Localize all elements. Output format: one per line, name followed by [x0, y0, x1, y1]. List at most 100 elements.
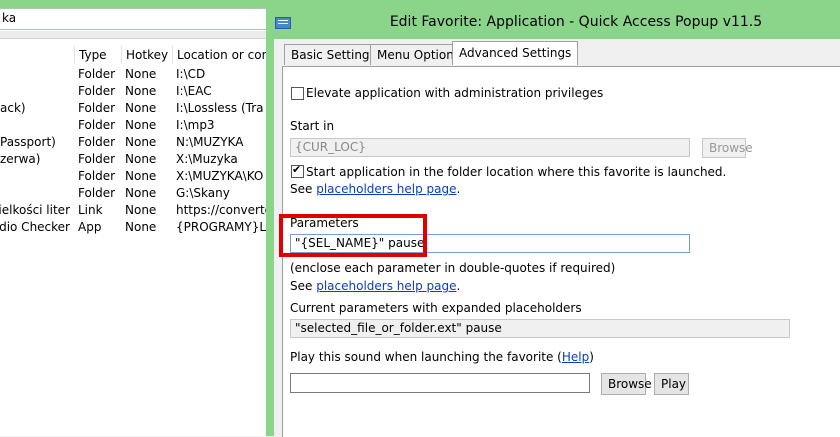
row-hotkey: None: [121, 219, 171, 236]
sound-label-prefix: Play this sound when launching the favor…: [290, 350, 562, 364]
row-location-text: I:\EAC: [176, 84, 212, 98]
row-name-text: zerwa): [0, 152, 41, 166]
edit-favorite-dialog: Edit Favorite: Application - Quick Acces…: [266, 8, 840, 437]
row-location-text: N:\MUZYKA: [176, 135, 244, 149]
row-name: [0, 83, 70, 100]
row-type: Folder: [74, 185, 120, 202]
row-type-text: Folder: [78, 84, 116, 98]
parameters-field[interactable]: "{SEL_NAME}" pause: [290, 234, 690, 253]
row-hotkey-text: None: [125, 186, 157, 200]
see-text: See: [290, 182, 313, 196]
row-name: [0, 117, 70, 134]
tab-advanced-settings[interactable]: Advanced Settings: [452, 41, 579, 65]
start-in-field[interactable]: {CUR_LOC}: [290, 138, 690, 157]
list-header: Type Hotkey Location or cont: [0, 46, 273, 64]
row-hotkey-text: None: [125, 152, 157, 166]
row-location-text: X:\Muzyka: [176, 152, 238, 166]
list-row[interactable]: Passport) Folder None N:\MUZYKA: [0, 134, 268, 151]
row-hotkey: None: [121, 185, 171, 202]
row-type-text: Folder: [78, 135, 116, 149]
placeholders-help-line-2: See placeholders help page.: [290, 279, 460, 293]
row-hotkey: None: [121, 168, 171, 185]
list-row[interactable]: Folder None I:\mp3: [0, 117, 268, 134]
placeholders-help-link-2[interactable]: placeholders help page: [316, 279, 456, 293]
row-hotkey: None: [121, 202, 171, 219]
list-row[interactable]: dio Checker App None {PROGRAMY}Lo: [0, 219, 272, 236]
row-location-text: I:\Lossless (Tra: [176, 101, 264, 115]
period-text-2: .: [456, 279, 461, 293]
row-type-text: Folder: [78, 169, 116, 183]
row-type-text: Folder: [78, 67, 116, 81]
background-search-input[interactable]: ka: [0, 8, 268, 30]
row-hotkey: None: [121, 66, 171, 83]
row-location: X:\Muzyka: [172, 151, 272, 168]
list-row[interactable]: ack) Folder None I:\Lossless (Tra: [0, 100, 268, 117]
start-in-browse-button[interactable]: Browse: [702, 138, 753, 158]
start-in-folder-checkbox[interactable]: [291, 163, 304, 178]
sound-help-link[interactable]: Help: [562, 350, 589, 364]
row-type-text: App: [78, 220, 102, 234]
row-name-text: ack): [0, 101, 26, 115]
row-name: zerwa): [0, 151, 70, 168]
expanded-parameters-field: "selected_file_or_folder.ext" pause: [290, 319, 790, 338]
row-location: N:\MUZYKA: [172, 134, 272, 151]
placeholders-help-line-1: See placeholders help page.: [290, 182, 460, 196]
sound-file-field[interactable]: [290, 373, 590, 393]
column-header-type[interactable]: Type: [74, 46, 121, 64]
sound-label: Play this sound when launching the favor…: [290, 350, 594, 364]
row-hotkey-text: None: [125, 118, 157, 132]
row-location-text: X:\MUZYKA\KO: [176, 169, 264, 183]
sound-play-button[interactable]: Play: [654, 373, 689, 395]
row-hotkey: None: [121, 151, 171, 168]
row-type: Folder: [74, 100, 120, 117]
list-row[interactable]: Folder None I:\CD: [0, 66, 268, 83]
row-type: Folder: [74, 66, 120, 83]
list-row[interactable]: vielkości liter Link None https://converto: [0, 202, 272, 219]
row-location-text: {PROGRAMY}Lo: [176, 220, 272, 234]
column-header-name[interactable]: [0, 46, 74, 64]
elevate-label: Elevate application with administration …: [306, 86, 604, 100]
period-text: .: [456, 182, 461, 196]
column-header-location[interactable]: Location or cont: [172, 46, 273, 64]
row-hotkey-text: None: [125, 169, 157, 183]
row-type-text: Folder: [78, 152, 116, 166]
list-row[interactable]: Folder None I:\EAC: [0, 83, 268, 100]
row-name: dio Checker: [0, 219, 70, 236]
dialog-title: Edit Favorite: Application - Quick Acces…: [389, 14, 763, 30]
row-name: ack): [0, 100, 70, 117]
row-location-text: https://converto: [176, 203, 272, 217]
row-location-text: G:\Skany: [176, 186, 230, 200]
background-search-text: ka: [2, 11, 17, 25]
expanded-parameters-label: Current parameters with expanded placeho…: [290, 301, 582, 315]
elevate-checkbox[interactable]: [291, 87, 304, 100]
row-type-text: Folder: [78, 101, 116, 115]
row-hotkey: None: [121, 134, 171, 151]
column-header-hotkey[interactable]: Hotkey: [121, 46, 172, 64]
start-in-label: Start in: [290, 119, 335, 133]
start-in-folder-label: Start application in the folder location…: [306, 165, 727, 179]
row-location: I:\mp3: [172, 117, 272, 134]
row-location: G:\Skany: [172, 185, 272, 202]
row-type: Folder: [74, 83, 120, 100]
row-hotkey-text: None: [125, 220, 157, 234]
row-location: {PROGRAMY}Lo: [172, 219, 272, 236]
row-name: vielkości liter: [0, 202, 70, 219]
background-toolbar-strip: [0, 31, 268, 39]
list-row[interactable]: zerwa) Folder None X:\Muzyka: [0, 151, 268, 168]
sound-label-suffix: ): [589, 350, 594, 364]
row-location: I:\Lossless (Tra: [172, 100, 272, 117]
list-row[interactable]: Folder None G:\Skany: [0, 185, 268, 202]
row-hotkey: None: [121, 117, 171, 134]
row-location: I:\CD: [172, 66, 272, 83]
row-hotkey-text: None: [125, 101, 157, 115]
row-location-text: I:\mp3: [176, 118, 215, 132]
dialog-title-bar[interactable]: Edit Favorite: Application - Quick Acces…: [266, 8, 840, 38]
placeholders-help-link[interactable]: placeholders help page: [316, 182, 456, 196]
tab-basic-settings[interactable]: Basic Settings: [284, 44, 383, 65]
sound-browse-button[interactable]: Browse: [601, 373, 652, 395]
row-name: [0, 185, 70, 202]
row-location: I:\EAC: [172, 83, 272, 100]
row-location-text: I:\CD: [176, 67, 206, 81]
row-hotkey-text: None: [125, 135, 157, 149]
list-row[interactable]: Folder None X:\MUZYKA\KO: [0, 168, 268, 185]
